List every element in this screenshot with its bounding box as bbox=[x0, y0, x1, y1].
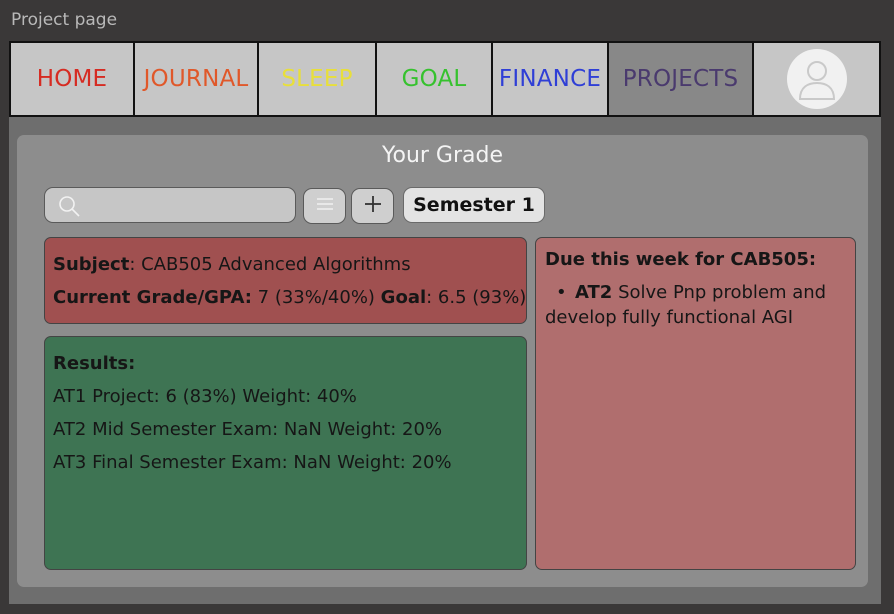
tab-sleep[interactable]: SLEEP bbox=[259, 43, 375, 115]
results-heading: Results: bbox=[53, 347, 518, 380]
tab-finance-label: FINANCE bbox=[498, 66, 602, 92]
due-heading-text: Due this week for CAB505: bbox=[545, 249, 817, 270]
tab-finance[interactable]: FINANCE bbox=[493, 43, 607, 115]
goal-value: : 6.5 (93%) bbox=[426, 287, 527, 308]
due-item: • AT2 Solve Pnp problem and develop fully… bbox=[545, 280, 846, 330]
app-frame: HOME JOURNAL SLEEP GOAL FINANCE PROJECTS bbox=[9, 41, 881, 604]
results-card: Results: AT1 Project: 6 (83%) Weight: 40… bbox=[44, 336, 527, 570]
bullet-icon: • bbox=[556, 282, 567, 303]
tab-home[interactable]: HOME bbox=[11, 43, 133, 115]
due-heading: Due this week for CAB505: bbox=[545, 248, 846, 272]
goal-label: Goal bbox=[380, 287, 427, 308]
profile-tab[interactable] bbox=[754, 43, 879, 115]
subject-card: Subject: CAB505 Advanced Algorithms Curr… bbox=[44, 237, 527, 324]
tab-goal-label: GOAL bbox=[401, 66, 467, 92]
tab-journal-label: JOURNAL bbox=[143, 66, 249, 92]
add-button[interactable] bbox=[351, 188, 394, 224]
subject-line: Subject: CAB505 Advanced Algorithms bbox=[53, 248, 518, 281]
result-item: AT2 Mid Semester Exam: NaN Weight: 20% bbox=[53, 419, 443, 440]
grade-line: Current Grade/GPA: 7 (33%/40%) Goal: 6.5… bbox=[53, 281, 526, 314]
search-input[interactable] bbox=[91, 192, 287, 218]
tab-projects-label: PROJECTS bbox=[622, 66, 739, 92]
plus-icon bbox=[363, 194, 383, 218]
grade-value: 7 (33%/40%) bbox=[251, 287, 381, 308]
due-item-tag: AT2 bbox=[575, 282, 613, 303]
tab-projects[interactable]: PROJECTS bbox=[609, 43, 752, 115]
grade-label: Current Grade/GPA: bbox=[53, 287, 252, 308]
result-item: AT3 Final Semester Exam: NaN Weight: 20% bbox=[53, 452, 452, 473]
user-avatar-icon[interactable] bbox=[786, 49, 847, 109]
subject-label: Subject bbox=[53, 254, 130, 275]
result-item: AT1 Project: 6 (83%) Weight: 40% bbox=[53, 386, 357, 407]
semester-selector-button[interactable]: Semester 1 bbox=[403, 187, 545, 223]
tab-sleep-label: SLEEP bbox=[281, 66, 353, 92]
search-icon bbox=[57, 194, 81, 222]
results-heading-text: Results: bbox=[53, 353, 136, 374]
window-title: Project page bbox=[11, 10, 118, 30]
hamburger-icon bbox=[315, 196, 335, 216]
panel-title: Your Grade bbox=[381, 143, 504, 168]
search-box[interactable] bbox=[44, 187, 296, 223]
grade-panel: Your Grade Semester 1 Subject: CAB505 Ad… bbox=[17, 135, 868, 587]
top-navigation-bar: HOME JOURNAL SLEEP GOAL FINANCE PROJECTS bbox=[9, 41, 881, 117]
due-this-week-card: Due this week for CAB505: • AT2 Solve Pnp… bbox=[535, 237, 856, 570]
due-list: • AT2 Solve Pnp problem and develop fully… bbox=[545, 280, 846, 330]
subject-value: : CAB505 Advanced Algorithms bbox=[129, 254, 411, 275]
tab-home-label: HOME bbox=[36, 66, 108, 92]
tab-journal[interactable]: JOURNAL bbox=[135, 43, 257, 115]
tab-goal[interactable]: GOAL bbox=[377, 43, 491, 115]
menu-button[interactable] bbox=[303, 188, 346, 224]
